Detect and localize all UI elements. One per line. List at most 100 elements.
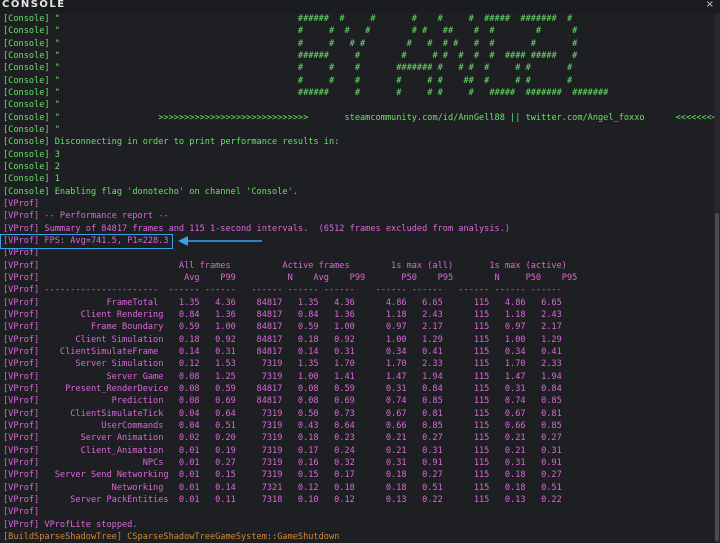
line-prefix: [VProf] xyxy=(3,211,40,222)
line-text: Summary of 84817 frames and 115 1-second… xyxy=(39,223,511,234)
line-text: " # # # # # # ## # # # # xyxy=(49,26,578,37)
console-line: [VProf] Server Game 0.08 1.25 7319 1.00 … xyxy=(3,371,562,383)
line-text: ClientSimulateFrame 0.14 0.31 84817 0.14… xyxy=(39,346,562,357)
console-line: [VProf] Frame Boundary 0.59 1.00 84817 0… xyxy=(3,321,562,333)
line-text: Networking 0.01 0.14 7321 0.12 0.18 0.18… xyxy=(39,482,562,493)
line-text: " # # # ####### # # # # # # # xyxy=(49,63,573,74)
console-line: [VProf] Avg P99 N Avg P99 P50 P95 N P50 … xyxy=(3,272,577,284)
line-text: Frame Boundary 0.59 1.00 84817 0.59 1.00… xyxy=(39,322,562,333)
console-line: [VProf] FrameTotal 1.35 4.36 84817 1.35 … xyxy=(3,297,562,309)
line-prefix: [VProf] xyxy=(3,494,40,505)
line-prefix: [Console] xyxy=(3,50,50,61)
console-line: [Console] Enabling flag 'donotecho' on c… xyxy=(3,186,298,198)
line-text: ClientSimulateTick 0.04 0.64 7319 0.50 0… xyxy=(39,408,562,419)
line-prefix: [Console] xyxy=(3,100,50,111)
line-text: Disconnecting in order to print performa… xyxy=(49,137,340,148)
console-line: [Console] " ###### # # # # # ##### #####… xyxy=(3,87,608,99)
window-title: CONSOLE xyxy=(2,0,66,10)
console-line: [VProf] Server Simulation 0.12 1.53 7319… xyxy=(3,358,562,370)
line-prefix: [VProf] xyxy=(3,260,40,271)
line-prefix: [VProf] xyxy=(3,433,40,444)
console-line: [Console] " ###### # # # # # # # #### ##… xyxy=(3,50,577,62)
line-prefix: [VProf] xyxy=(3,482,40,493)
line-prefix: [VProf] xyxy=(3,322,40,333)
line-prefix: [VProf] xyxy=(3,223,40,234)
console-line: [VProf] Client Simulation 0.18 0.92 8481… xyxy=(3,334,562,346)
console-line: [VProf] -- Performance report -- xyxy=(3,210,169,222)
console-line: [VProf] Networking 0.01 0.14 7321 0.12 0… xyxy=(3,482,562,494)
scrollbar[interactable] xyxy=(714,13,720,543)
line-prefix: [VProf] xyxy=(3,272,40,283)
line-prefix: [Console] xyxy=(3,75,50,86)
line-prefix: [Console] xyxy=(3,112,50,123)
console-line: [VProf] UserCommands 0.04 0.51 7319 0.43… xyxy=(3,420,562,432)
line-prefix: [VProf] xyxy=(3,198,40,209)
console-line: [VProf] xyxy=(3,198,39,210)
close-icon[interactable]: × xyxy=(706,0,714,10)
line-prefix: [Console] xyxy=(3,161,50,172)
line-prefix: [Console] xyxy=(3,63,50,74)
line-prefix: [VProf] xyxy=(3,445,40,456)
console-output[interactable]: [Console] " ###### # # # # # ##### #####… xyxy=(0,13,714,543)
title-bar: CONSOLE × xyxy=(0,0,720,13)
console-line: [Console] " xyxy=(3,99,60,111)
line-text: Avg P99 N Avg P99 P50 P95 N P50 P95 xyxy=(39,272,578,283)
console-line: [VProf] Summary of 84817 frames and 115 … xyxy=(3,223,510,235)
line-prefix: [VProf] xyxy=(3,519,40,530)
line-text: " ###### # # # # # ##### ####### ####### xyxy=(49,87,609,98)
console-line: [Console] Disconnecting in order to prin… xyxy=(3,136,339,148)
line-prefix: [VProf] xyxy=(3,346,40,357)
line-text: " # # # # # # ## # # # # xyxy=(49,75,573,86)
fps-highlight-box xyxy=(0,234,173,249)
console-line: [Console] " # # # # # # # # # # # # xyxy=(3,38,577,50)
line-text: All frames Active frames 1s max (all) 1s… xyxy=(39,260,567,271)
console-line: [VProf] ---------------------- ------ --… xyxy=(3,284,562,296)
console-line: [VProf] Server PackEntities 0.01 0.11 73… xyxy=(3,494,562,506)
line-prefix: [Console] xyxy=(3,149,50,160)
line-text: Server Animation 0.02 0.20 7319 0.18 0.2… xyxy=(39,433,562,444)
line-text: " # # # # # # # # # # # # xyxy=(49,38,578,49)
console-line: [VProf] NPCs 0.01 0.27 7319 0.16 0.32 0.… xyxy=(3,457,562,469)
line-text: Server Send Networking 0.01 0.15 7319 0.… xyxy=(39,470,562,481)
console-line: [VProf] All frames Active frames 1s max … xyxy=(3,260,567,272)
line-prefix: [VProf] xyxy=(3,420,40,431)
line-prefix: [Console] xyxy=(3,14,50,24)
line-prefix: [VProf] xyxy=(3,371,40,382)
line-text: " >>>>>>>>>>>>>>>>>>>>>>>>>>>>> steamcom… xyxy=(49,112,714,123)
console-line: [Console] 3 xyxy=(3,149,60,161)
console-line: [VProf] Server Send Networking 0.01 0.15… xyxy=(3,469,562,481)
line-prefix: [Console] xyxy=(3,124,50,135)
line-text: FrameTotal 1.35 4.36 84817 1.35 4.36 4.8… xyxy=(39,297,562,308)
console-line: [Console] " # # # ####### # # # # # # # xyxy=(3,62,572,74)
line-prefix: [Console] xyxy=(3,26,50,37)
line-text: Server Simulation 0.12 1.53 7319 1.35 1.… xyxy=(39,359,562,370)
line-prefix: [VProf] xyxy=(3,297,40,308)
line-text: 2 xyxy=(49,161,60,172)
line-prefix: [Console] xyxy=(3,186,50,197)
console-line: [Console] " # # # # # # ## # # # # xyxy=(3,75,572,87)
line-prefix: [VProf] xyxy=(3,309,40,320)
line-text: Present_RenderDevice 0.08 0.59 84817 0.0… xyxy=(39,383,562,394)
line-text: Client_Animation 0.01 0.19 7319 0.17 0.2… xyxy=(39,445,562,456)
line-text: 3 xyxy=(49,149,60,160)
line-text: NPCs 0.01 0.27 7319 0.16 0.32 0.31 0.91 … xyxy=(39,457,562,468)
console-line: [Console] 1 xyxy=(3,173,60,185)
console-line: [BuildSparseShadowTree] CSparseShadowTre… xyxy=(3,531,339,543)
line-text: " ###### # # # # # # # #### ##### # xyxy=(49,50,578,61)
line-text: UserCommands 0.04 0.51 7319 0.43 0.64 0.… xyxy=(39,420,562,431)
line-prefix: [Console] xyxy=(3,38,50,49)
line-prefix: [VProf] xyxy=(3,359,40,370)
line-prefix: [VProf] xyxy=(3,285,40,296)
line-text: Client Simulation 0.18 0.92 84817 0.18 0… xyxy=(39,334,562,345)
console-line: [Console] " # # # # # # ## # # # # xyxy=(3,25,577,37)
line-text: " ###### # # # # # ##### ####### # xyxy=(49,14,573,24)
scrollbar-thumb[interactable] xyxy=(715,213,719,541)
console-line: [VProf] ClientSimulateFrame 0.14 0.31 84… xyxy=(3,346,562,358)
line-prefix: [VProf] xyxy=(3,408,40,419)
line-prefix: [Console] xyxy=(3,137,50,148)
console-line: [Console] 2 xyxy=(3,161,60,173)
console-line: [Console] " ###### # # # # # ##### #####… xyxy=(3,13,572,25)
line-text: CSparseShadowTreeGameSystem::GameShutdow… xyxy=(122,531,340,542)
line-prefix: [VProf] xyxy=(3,248,40,259)
line-prefix: [VProf] xyxy=(3,396,40,407)
